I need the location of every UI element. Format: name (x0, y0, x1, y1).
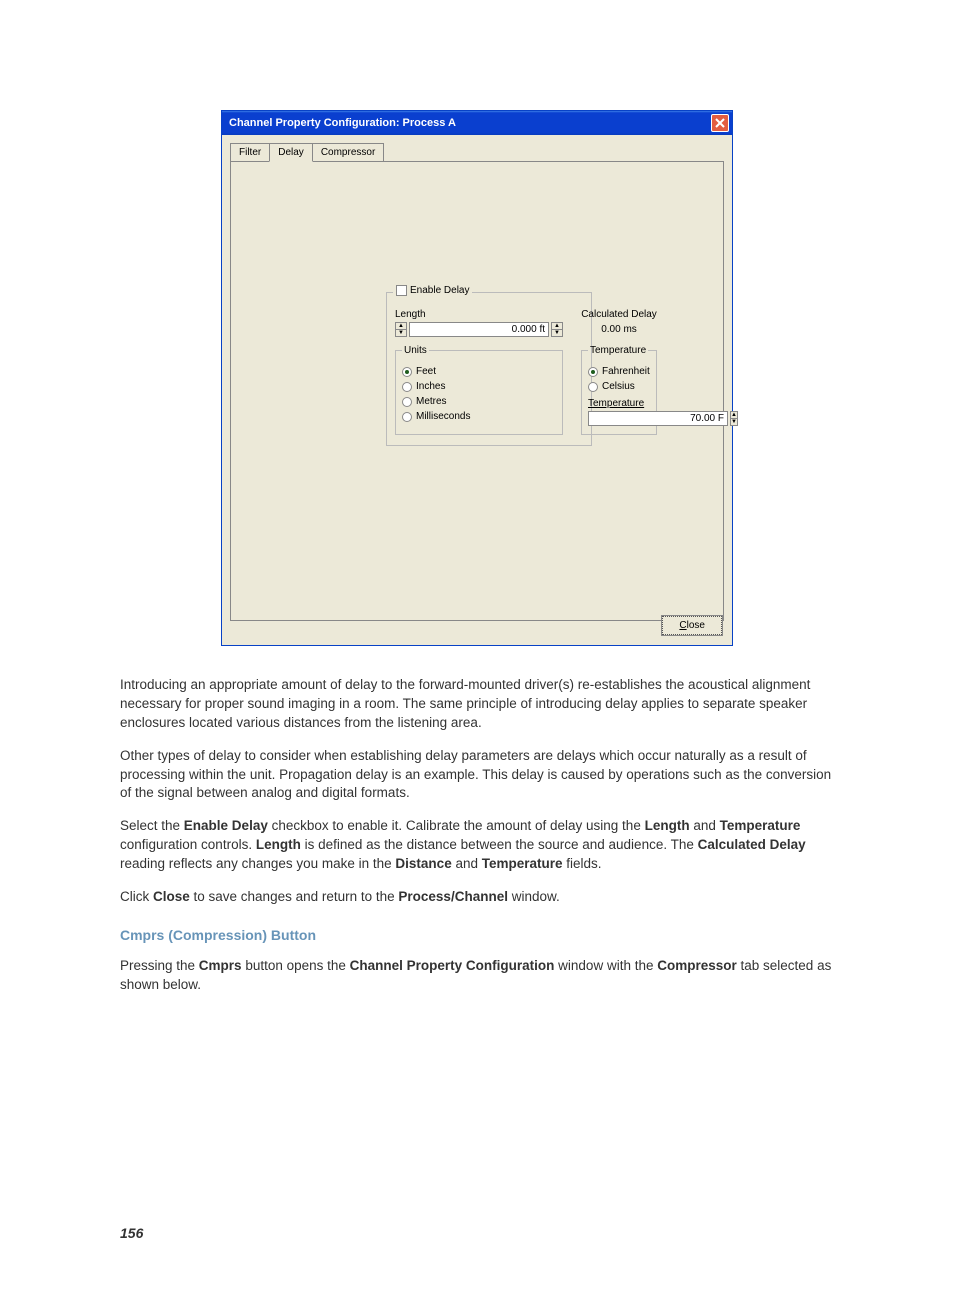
paragraph: Select the Enable Delay checkbox to enab… (120, 817, 834, 874)
chevron-up-icon[interactable]: ▲ (396, 323, 406, 330)
calc-delay-value: 0.00 ms (581, 322, 657, 337)
titlebar: Channel Property Configuration: Process … (222, 111, 732, 135)
section-heading: Cmprs (Compression) Button (120, 927, 834, 943)
radio-icon (402, 367, 412, 377)
unit-ms-radio[interactable]: Milliseconds (402, 411, 556, 422)
enable-delay-checkbox-row[interactable]: Enable Delay (393, 285, 472, 296)
radio-icon (402, 397, 412, 407)
tab-compressor[interactable]: Compressor (312, 143, 384, 161)
units-group: Units Feet Inches Metres Milliseconds (395, 345, 563, 435)
chevron-up-icon[interactable]: ▲ (731, 412, 737, 419)
chevron-down-icon[interactable]: ▼ (731, 419, 737, 425)
unit-metres-radio[interactable]: Metres (402, 396, 556, 407)
paragraph: Click Close to save changes and return t… (120, 888, 834, 907)
chevron-down-icon[interactable]: ▼ (552, 330, 562, 336)
close-icon (715, 118, 725, 128)
radio-icon (402, 412, 412, 422)
length-coarse-spinner[interactable]: ▲ ▼ (395, 322, 407, 337)
unit-inches-radio[interactable]: Inches (402, 381, 556, 392)
radio-icon (402, 382, 412, 392)
length-input[interactable] (409, 322, 549, 337)
temperature-input[interactable] (588, 411, 728, 426)
units-legend: Units (402, 345, 429, 356)
enable-delay-checkbox[interactable] (396, 285, 407, 296)
page-number: 156 (120, 1225, 834, 1241)
radio-icon (588, 382, 598, 392)
paragraph: Introducing an appropriate amount of del… (120, 676, 834, 733)
document-body: Introducing an appropriate amount of del… (120, 676, 834, 1241)
length-fine-spinner[interactable]: ▲ ▼ (551, 322, 563, 337)
temperature-legend: Temperature (588, 345, 648, 356)
chevron-down-icon[interactable]: ▼ (396, 330, 406, 336)
chevron-up-icon[interactable]: ▲ (552, 323, 562, 330)
tab-filter[interactable]: Filter (230, 143, 270, 161)
paragraph: Pressing the Cmprs button opens the Chan… (120, 957, 834, 995)
tab-panel: Enable Delay Length ▲ ▼ (230, 161, 724, 621)
temp-celsius-radio[interactable]: Celsius (588, 381, 650, 392)
enable-delay-label: Enable Delay (410, 285, 469, 296)
temperature-group: Temperature Fahrenheit Celsius Temperatu… (581, 345, 657, 435)
calc-delay-label: Calculated Delay (581, 309, 657, 320)
window-title: Channel Property Configuration: Process … (229, 117, 456, 129)
length-label: Length (395, 309, 563, 320)
radio-icon (588, 367, 598, 377)
tab-delay[interactable]: Delay (269, 143, 313, 162)
close-button[interactable]: Close (662, 616, 722, 635)
window-close-button[interactable] (711, 114, 729, 132)
dialog-body: Filter Delay Compressor Enable Delay Len… (222, 135, 732, 645)
temperature-label: Temperature (588, 398, 650, 409)
temp-fahrenheit-radio[interactable]: Fahrenheit (588, 366, 650, 377)
enable-delay-group: Enable Delay Length ▲ ▼ (386, 292, 592, 446)
unit-feet-radio[interactable]: Feet (402, 366, 556, 377)
temperature-spinner[interactable]: ▲ ▼ (730, 411, 738, 426)
tabs: Filter Delay Compressor (230, 143, 724, 161)
paragraph: Other types of delay to consider when es… (120, 747, 834, 804)
dialog-window: Channel Property Configuration: Process … (221, 110, 733, 646)
